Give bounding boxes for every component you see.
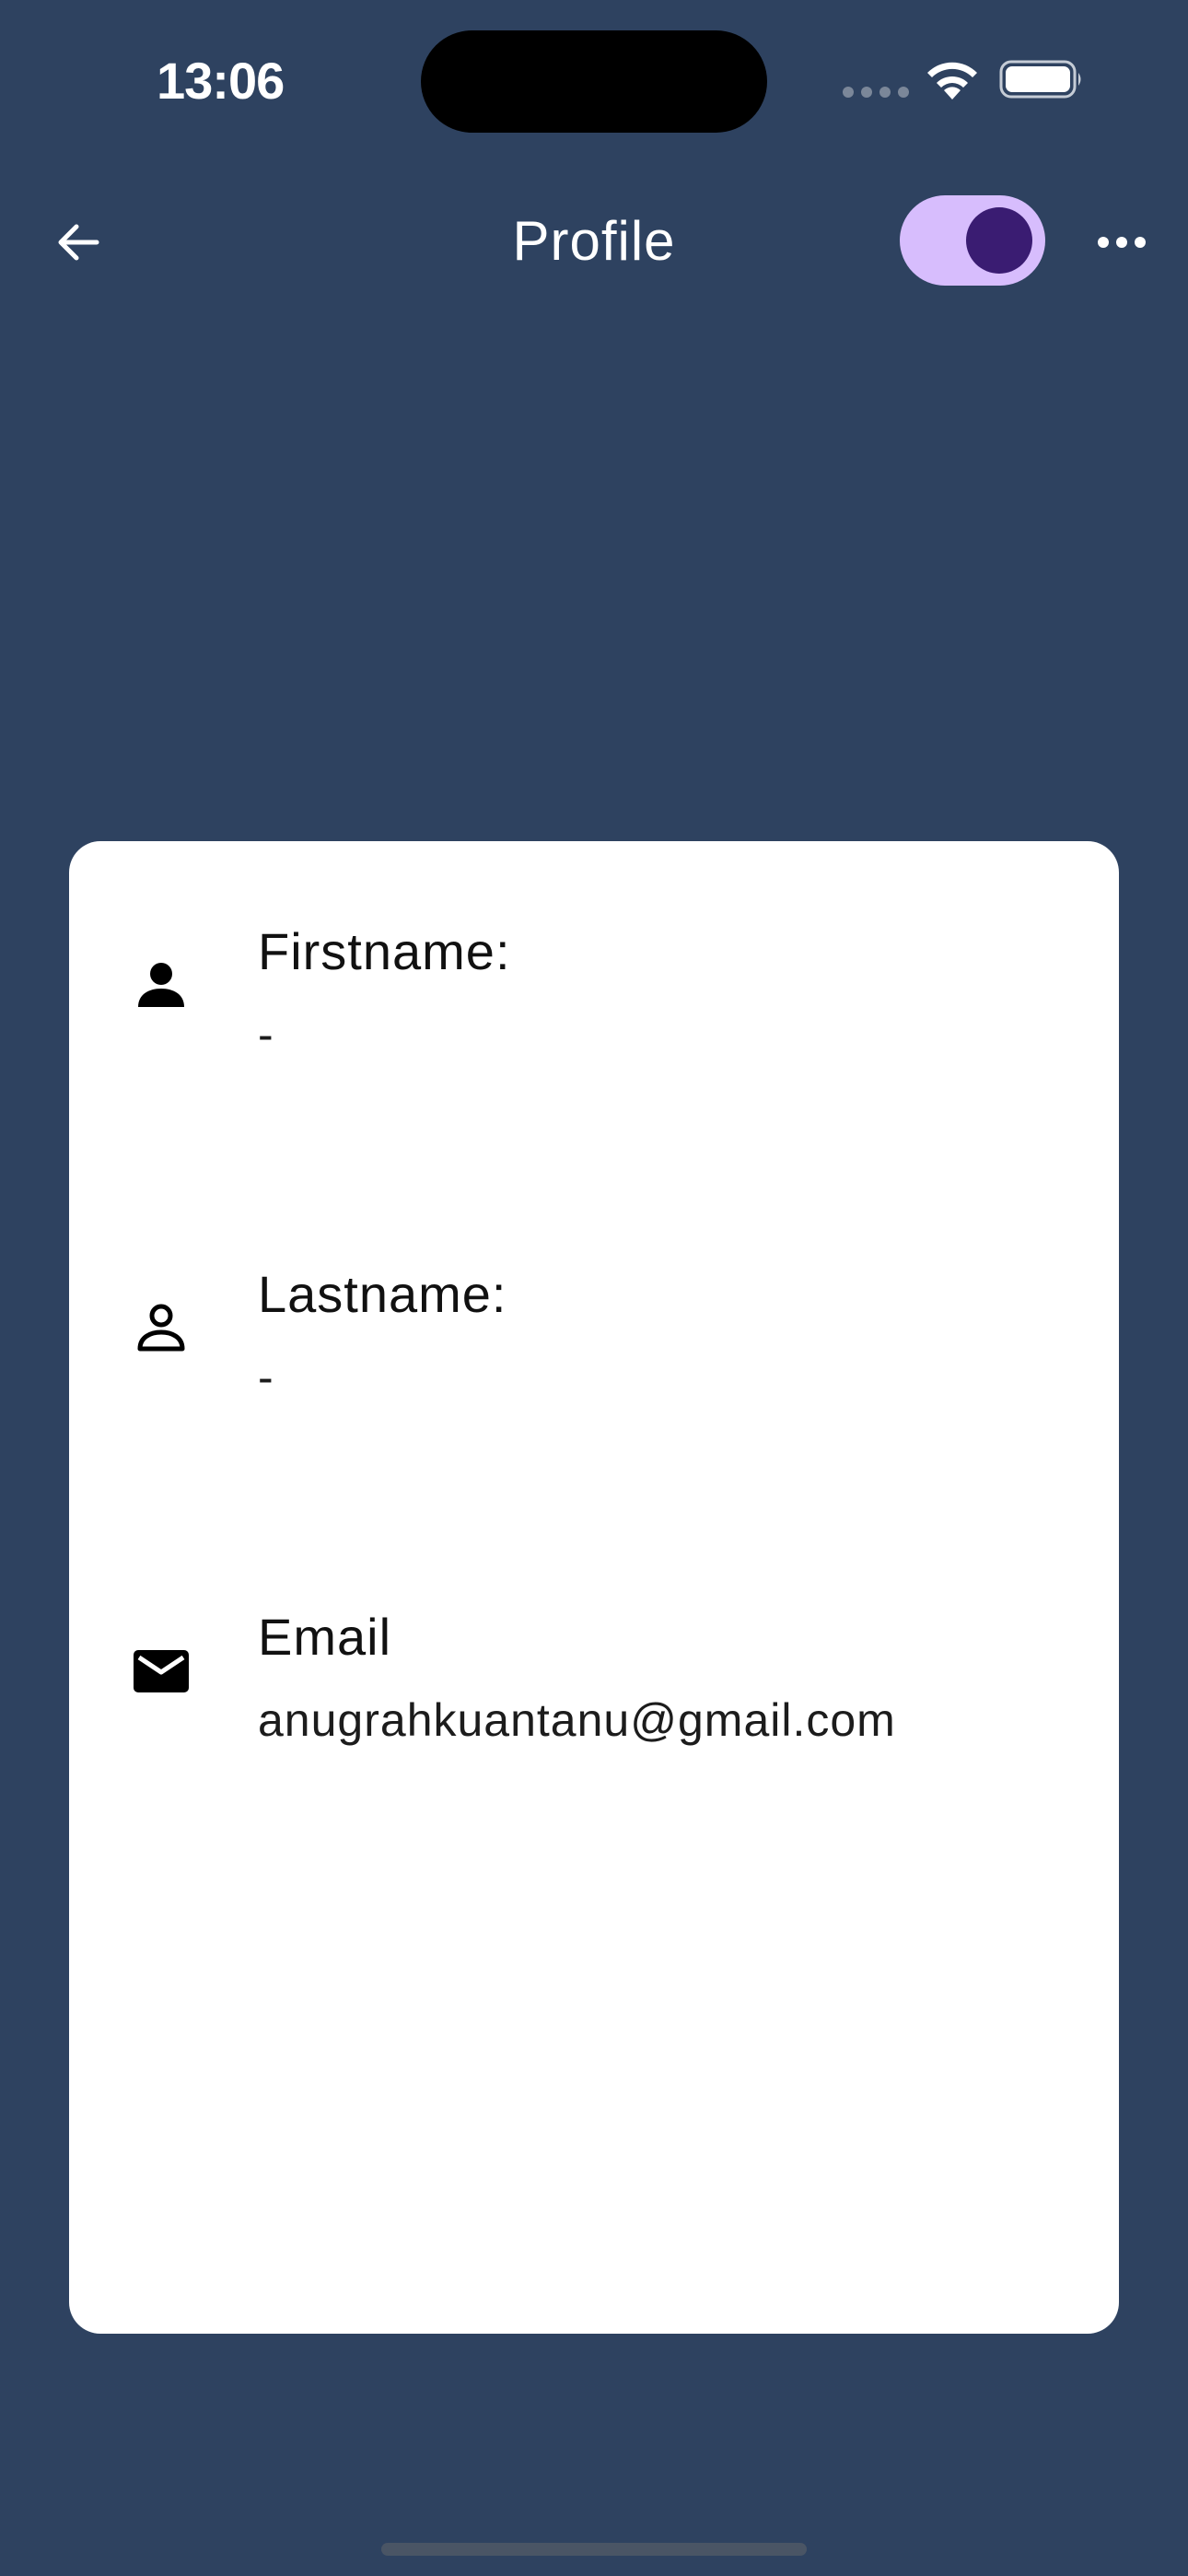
mail-icon <box>134 1650 189 1692</box>
status-time: 13:06 <box>157 52 285 110</box>
firstname-row: Firstname: - <box>69 915 1119 1136</box>
more-button[interactable] <box>1080 210 1163 275</box>
more-horizontal-icon <box>1098 237 1109 248</box>
email-row: Email anugrahkuantanu@gmail.com <box>69 1600 1119 1821</box>
page-title: Profile <box>512 210 676 272</box>
firstname-label: Firstname: <box>258 922 511 980</box>
home-indicator[interactable] <box>381 2543 807 2556</box>
back-button[interactable] <box>37 201 120 284</box>
firstname-value: - <box>258 1009 274 1060</box>
profile-card: Firstname: - Lastname: - Email anugrahku… <box>69 841 1119 2334</box>
lastname-value: - <box>258 1352 274 1403</box>
lastname-row: Lastname: - <box>69 1258 1119 1479</box>
person-filled-icon <box>138 963 184 1007</box>
person-outline-icon <box>137 1304 185 1352</box>
dynamic-island <box>421 30 767 133</box>
wifi-icon <box>927 62 977 100</box>
arrow-left-icon <box>58 224 99 261</box>
lastname-label: Lastname: <box>258 1265 507 1323</box>
email-value: anugrahkuantanu@gmail.com <box>258 1694 896 1746</box>
cellular-signal-icon <box>843 87 909 98</box>
toggle-thumb <box>966 207 1032 274</box>
battery-icon <box>999 60 1081 99</box>
theme-toggle[interactable] <box>900 195 1045 286</box>
email-label: Email <box>258 1608 392 1666</box>
